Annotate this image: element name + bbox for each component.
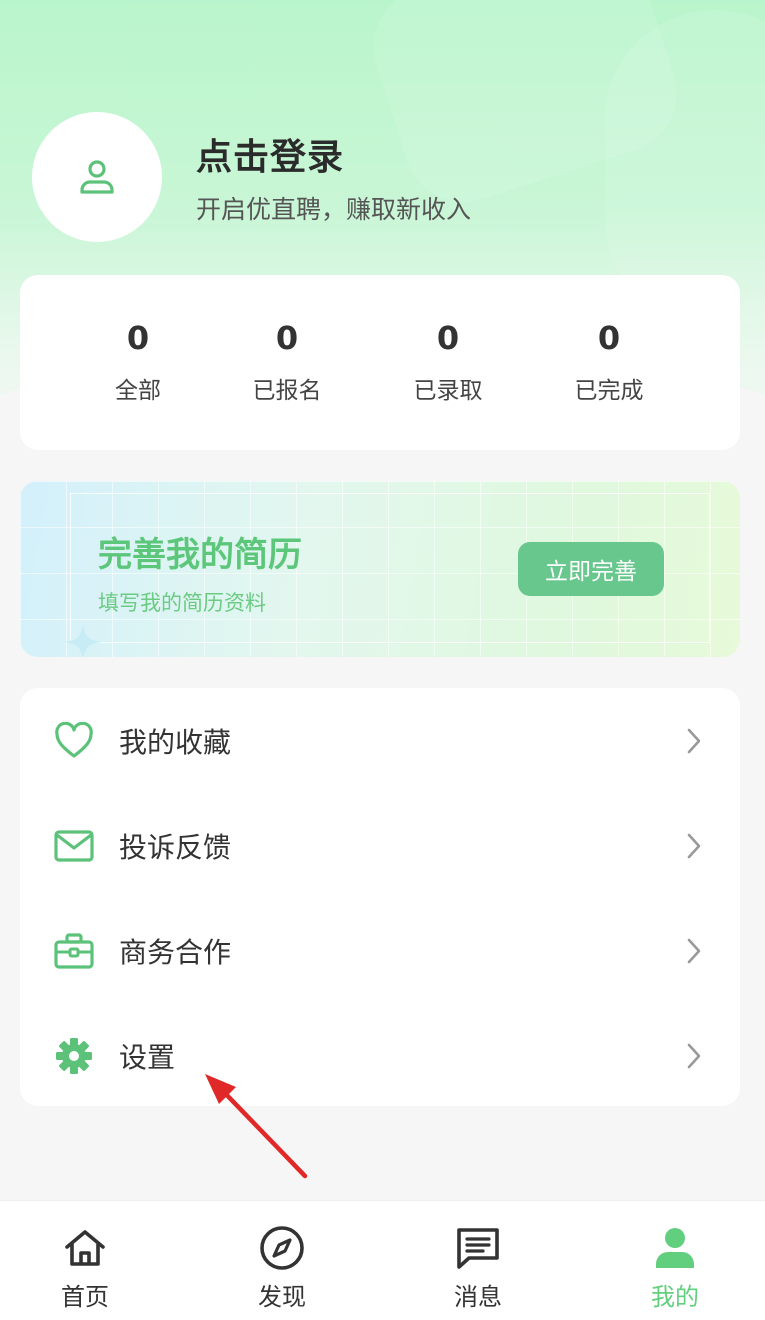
tab-label: 我的	[651, 1283, 699, 1311]
order-stats-card: 0 全部 0 已报名 0 已录取 0 已完成	[20, 275, 740, 450]
user-icon	[656, 1228, 694, 1268]
menu-item-business[interactable]: 商务合作	[20, 898, 740, 1003]
sparkle-icon	[64, 623, 102, 657]
tab-mine[interactable]: 我的	[615, 1201, 735, 1320]
bottom-tab-bar: 首页 发现 消息 我的	[0, 1200, 765, 1320]
banner-subtitle: 填写我的简历资料	[98, 591, 266, 615]
menu-item-feedback[interactable]: 投诉反馈	[20, 793, 740, 898]
stat-value: 0	[126, 319, 150, 357]
briefcase-icon	[54, 931, 94, 971]
message-icon	[457, 1228, 499, 1269]
stat-hired[interactable]: 0 已录取	[378, 275, 518, 405]
tab-home[interactable]: 首页	[25, 1201, 145, 1320]
banner-title: 完善我的简历	[98, 535, 302, 575]
stat-all[interactable]: 0 全部	[68, 275, 208, 405]
menu-item-label: 商务合作	[119, 935, 232, 969]
profile-section[interactable]: 点击登录 开启优直聘，赚取新收入	[32, 112, 471, 242]
menu-item-label: 投诉反馈	[119, 830, 232, 864]
menu-list: 我的收藏 投诉反馈 商务合作 设置	[20, 688, 740, 1106]
tab-label: 首页	[61, 1283, 109, 1311]
avatar[interactable]	[32, 112, 162, 242]
stat-value: 0	[436, 319, 460, 357]
stat-value: 0	[275, 319, 299, 357]
mail-icon	[54, 826, 94, 866]
stat-label: 已完成	[574, 378, 644, 404]
menu-item-label: 我的收藏	[119, 725, 232, 759]
tab-messages[interactable]: 消息	[418, 1201, 538, 1320]
login-title[interactable]: 点击登录	[196, 128, 471, 180]
stat-applied[interactable]: 0 已报名	[217, 275, 357, 405]
menu-item-favorites[interactable]: 我的收藏	[20, 688, 740, 793]
chevron-right-icon	[687, 1043, 701, 1068]
compass-icon	[260, 1226, 304, 1270]
tab-discover[interactable]: 发现	[222, 1201, 342, 1320]
tab-label: 发现	[258, 1283, 306, 1311]
stat-label: 已录取	[413, 378, 483, 404]
resume-banner[interactable]: 完善我的简历 填写我的简历资料 立即完善	[20, 481, 740, 657]
user-icon	[80, 160, 114, 194]
stat-label: 全部	[115, 378, 161, 404]
menu-item-label: 设置	[119, 1040, 176, 1074]
stat-label: 已报名	[252, 378, 322, 404]
gear-icon	[54, 1036, 94, 1076]
heart-icon	[54, 721, 94, 761]
chevron-right-icon	[687, 938, 701, 963]
stat-value: 0	[597, 319, 621, 357]
chevron-right-icon	[687, 728, 701, 753]
stat-completed[interactable]: 0 已完成	[539, 275, 679, 405]
tab-label: 消息	[454, 1283, 502, 1311]
menu-item-settings[interactable]: 设置	[20, 1003, 740, 1108]
home-icon	[65, 1230, 105, 1266]
chevron-right-icon	[687, 833, 701, 858]
complete-resume-button[interactable]: 立即完善	[518, 542, 664, 596]
login-subtitle: 开启优直聘，赚取新收入	[196, 195, 472, 224]
